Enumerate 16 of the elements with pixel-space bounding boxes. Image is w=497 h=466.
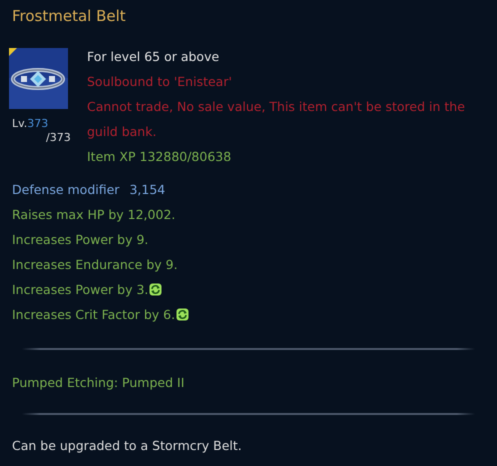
stat-value: 3,154 <box>129 181 166 199</box>
stat-text: Increases Power by 9. <box>12 231 148 249</box>
info-text: Soulbound to 'Enistear' <box>87 73 232 91</box>
max-level: /373 <box>46 131 71 144</box>
stat-text: Increases Crit Factor by 6. <box>12 306 176 324</box>
stat-text: Increases Endurance by 9. <box>12 256 178 274</box>
info-text: Cannot trade, No sale value, This item can't be stored in the guild bank. <box>87 98 466 141</box>
upgrade-text: Can be upgraded to a Stormcry Belt. <box>12 437 242 455</box>
stat-label: Defense modifier <box>12 181 120 199</box>
stat-text: Increases Power by 3. <box>12 281 148 299</box>
etching-text: Pumped Etching: Pumped II <box>12 374 184 392</box>
stat-text: Raises max HP by 12,002. <box>12 206 176 224</box>
item-level: Lv.373 <box>12 117 48 130</box>
info-text: Item XP 132880/80638 <box>87 148 232 166</box>
info-text: For level 65 or above <box>87 48 220 66</box>
item-title: Frostmetal Belt <box>12 6 126 27</box>
